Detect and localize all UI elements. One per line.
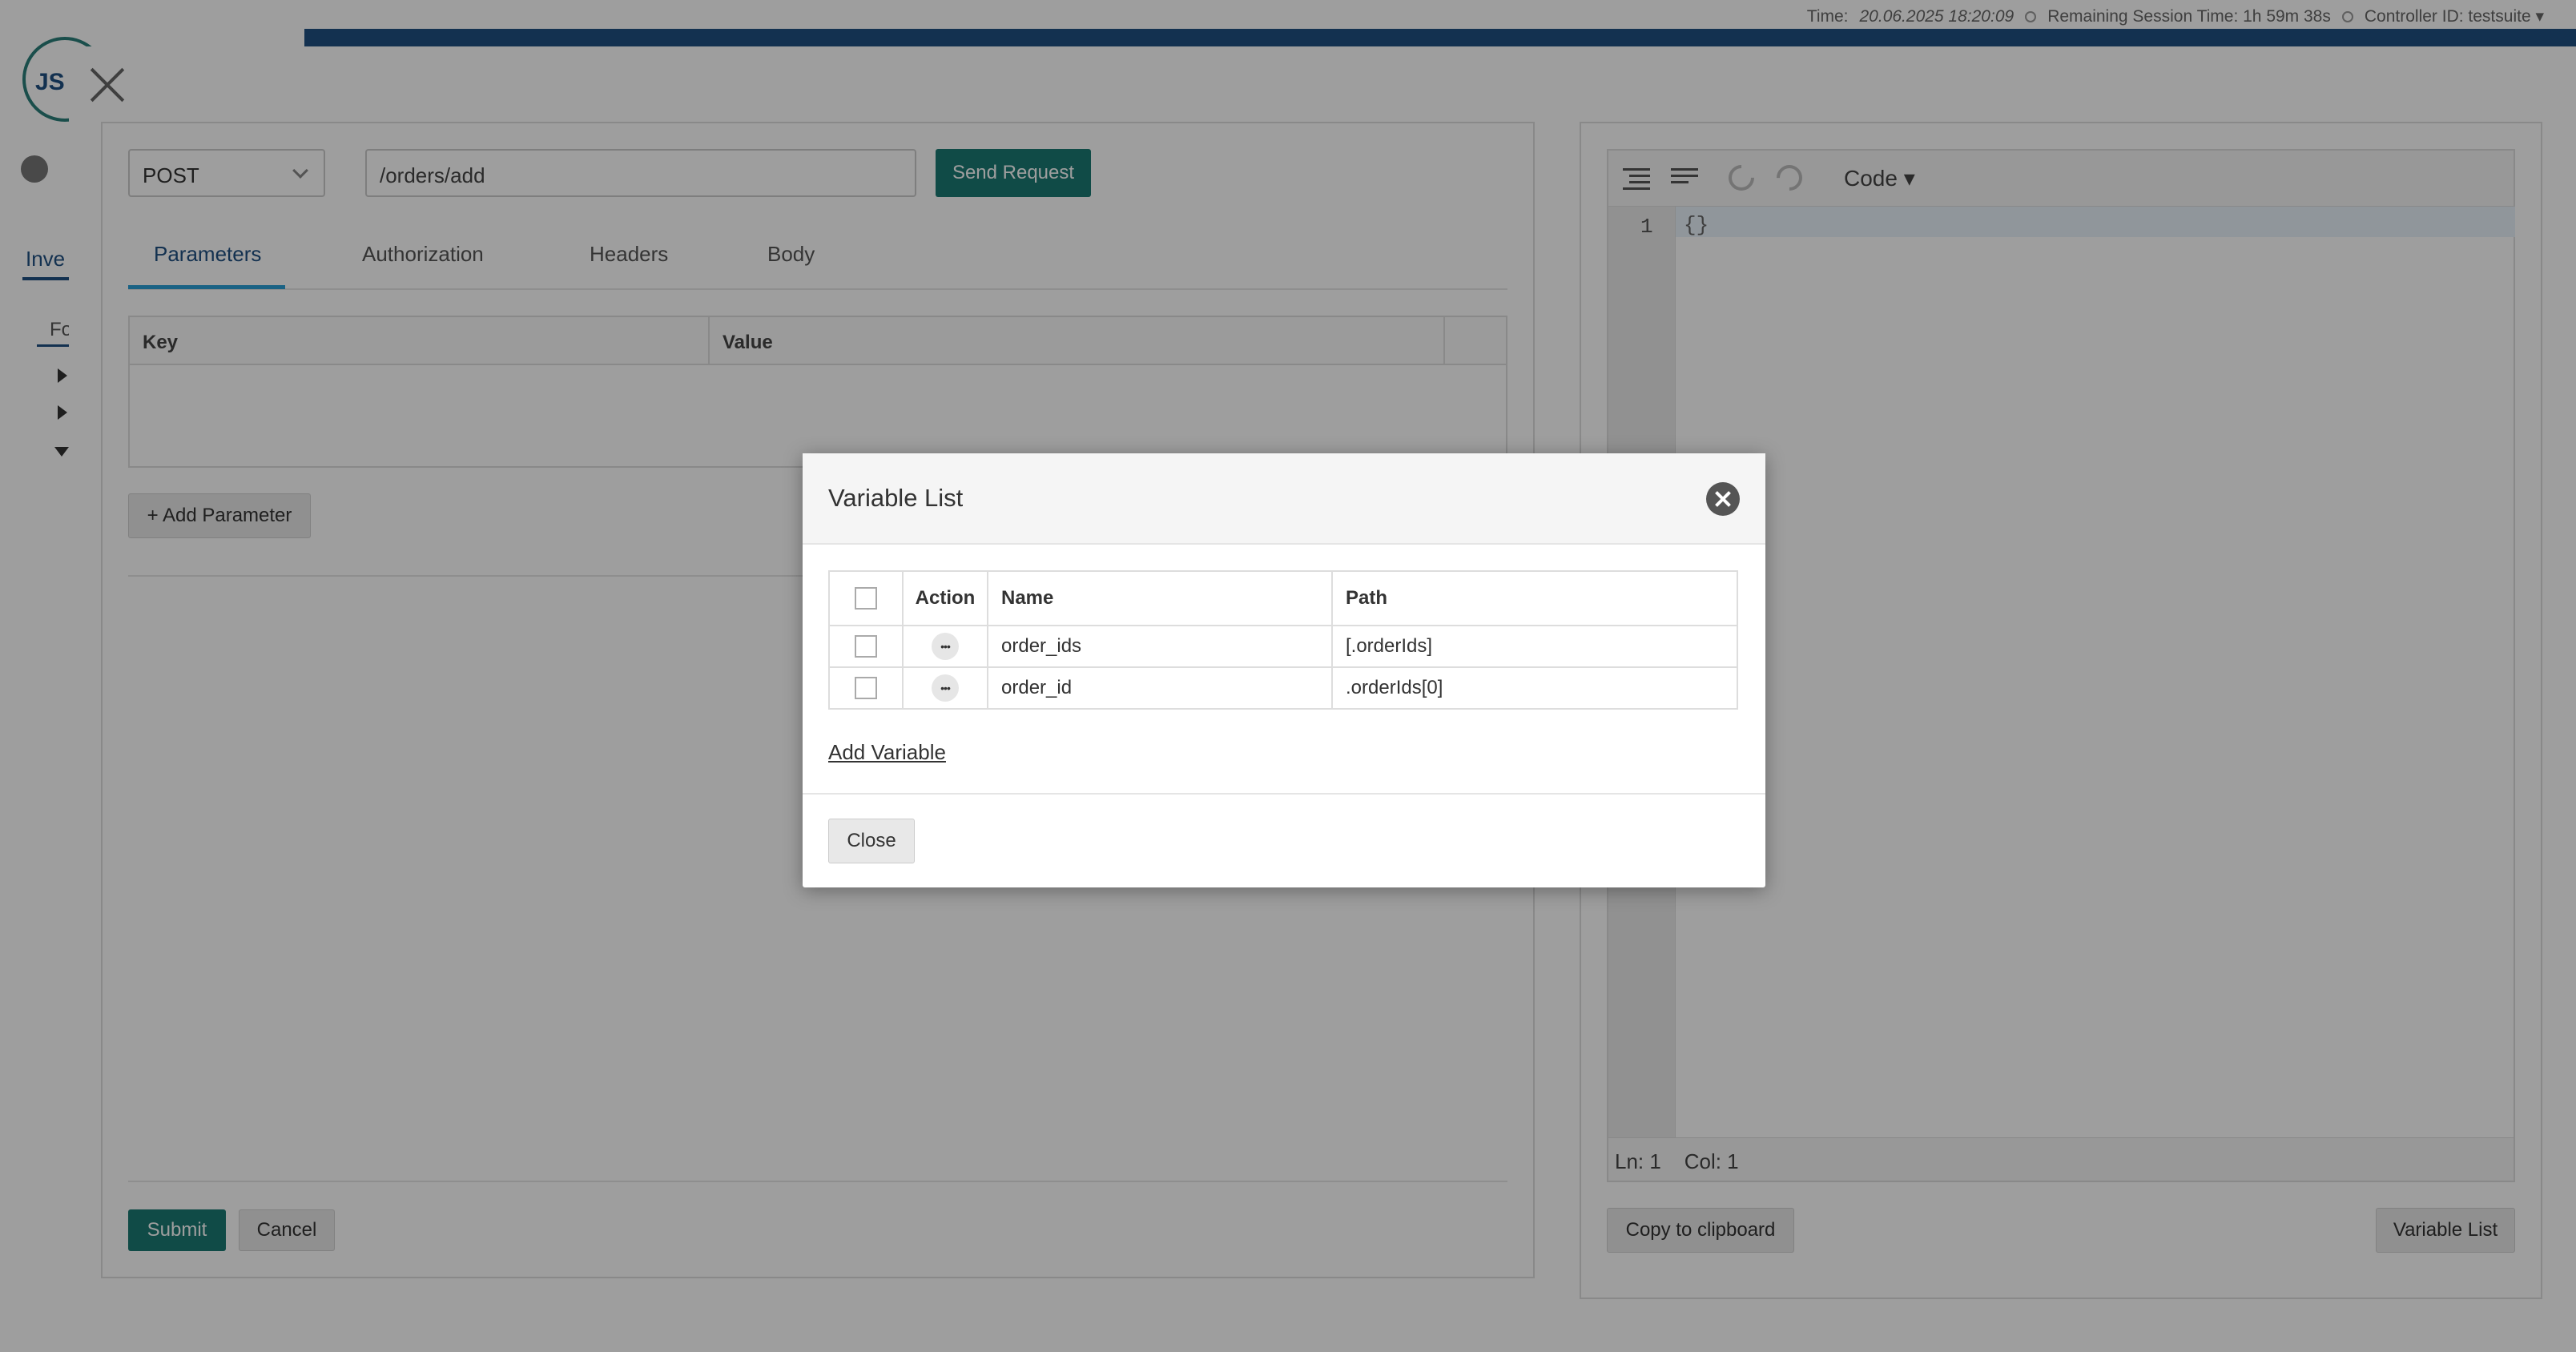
modal-footer-divider [803,793,1765,795]
variable-name: order_ids [987,625,1333,668]
row-checkbox[interactable] [855,635,877,658]
select-all-checkbox[interactable] [855,587,877,610]
column-action: Action [902,570,988,626]
more-actions-icon[interactable] [932,633,959,660]
add-variable-link[interactable]: Add Variable [828,740,946,765]
variable-name: order_id [987,666,1333,710]
variable-path: [.orderIds] [1331,625,1738,668]
more-actions-icon[interactable] [932,674,959,702]
close-button[interactable]: Close [828,819,915,863]
select-all-cell [828,570,904,626]
modal-title: Variable List [828,484,964,512]
column-name: Name [987,570,1333,626]
table-header-row: Action Name Path [828,570,1738,626]
variable-list-modal: Variable List Action Name Path order_ids… [803,453,1765,887]
close-circle-icon[interactable] [1706,482,1740,516]
column-path: Path [1331,570,1738,626]
table-row: order_ids [.orderIds] [828,625,1738,668]
table-row: order_id .orderIds[0] [828,666,1738,710]
variables-table: Action Name Path order_ids [.orderIds] o… [828,570,1738,710]
variable-path: .orderIds[0] [1331,666,1738,710]
row-checkbox[interactable] [855,677,877,700]
modal-header: Variable List [803,453,1765,545]
